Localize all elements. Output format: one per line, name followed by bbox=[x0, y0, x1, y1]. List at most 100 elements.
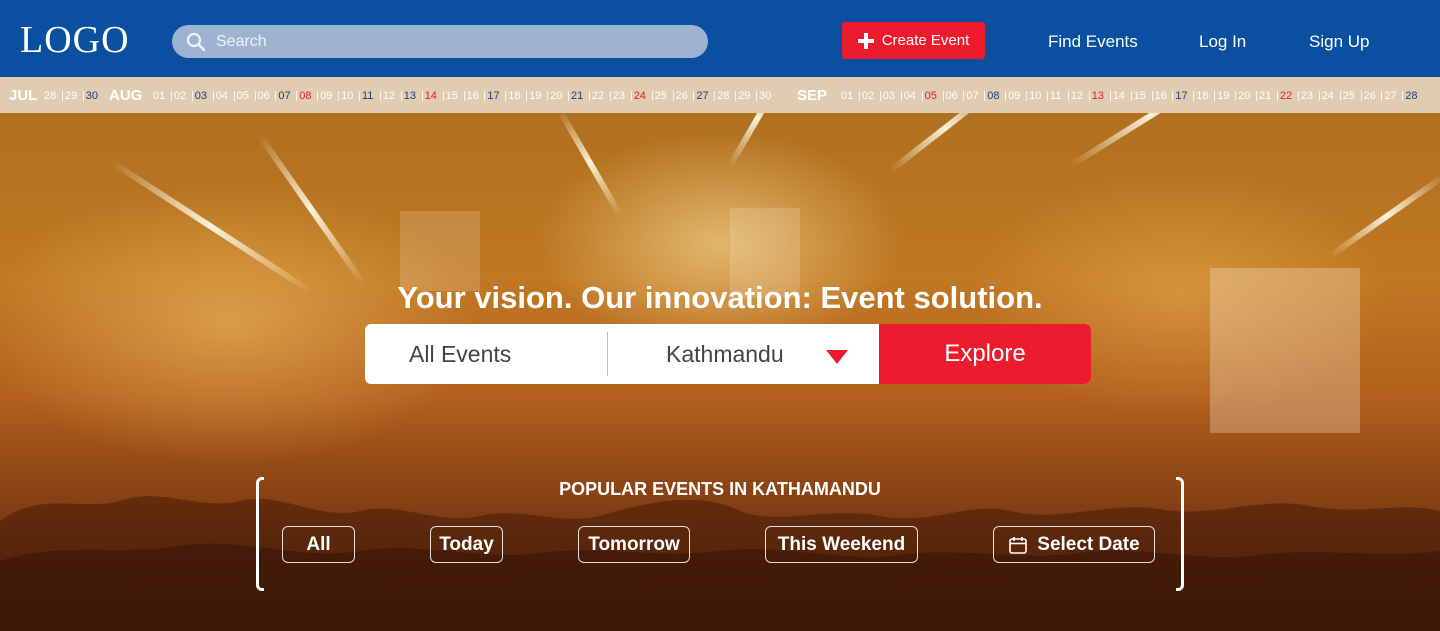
day-separator bbox=[421, 91, 423, 101]
day-separator bbox=[942, 91, 944, 101]
date-sep-10[interactable]: 10 bbox=[1029, 90, 1041, 102]
date-aug-08[interactable]: 08 bbox=[299, 90, 311, 102]
date-sep-25[interactable]: 25 bbox=[1343, 90, 1355, 102]
search-bar[interactable] bbox=[172, 25, 708, 58]
day-separator bbox=[1193, 91, 1195, 101]
date-aug-12[interactable]: 12 bbox=[383, 90, 395, 102]
date-jul-29[interactable]: 29 bbox=[65, 90, 77, 102]
filter-label: Tomorrow bbox=[588, 533, 680, 555]
day-separator bbox=[170, 91, 172, 101]
date-sep-28[interactable]: 28 bbox=[1405, 90, 1417, 102]
stage-light-beam bbox=[727, 113, 788, 168]
explore-button[interactable]: Explore bbox=[879, 324, 1091, 384]
date-sep-18[interactable]: 18 bbox=[1196, 90, 1208, 102]
date-sep-02[interactable]: 02 bbox=[862, 90, 874, 102]
create-event-button[interactable]: Create Event bbox=[842, 22, 985, 59]
day-separator bbox=[484, 91, 486, 101]
date-aug-21[interactable]: 21 bbox=[571, 90, 583, 102]
date-sep-24[interactable]: 24 bbox=[1322, 90, 1334, 102]
date-sep-27[interactable]: 27 bbox=[1384, 90, 1396, 102]
month-label-sep: SEP bbox=[797, 87, 828, 104]
day-separator bbox=[1005, 91, 1007, 101]
day-separator bbox=[588, 91, 590, 101]
event-type-select[interactable]: All Events bbox=[365, 324, 607, 384]
date-aug-23[interactable]: 23 bbox=[613, 90, 625, 102]
date-sep-11[interactable]: 11 bbox=[1050, 90, 1061, 102]
date-sep-04[interactable]: 04 bbox=[904, 90, 916, 102]
date-aug-28[interactable]: 28 bbox=[717, 90, 729, 102]
date-jul-30[interactable]: 30 bbox=[86, 90, 98, 102]
day-separator bbox=[1214, 91, 1216, 101]
day-separator bbox=[756, 91, 758, 101]
plus-icon bbox=[857, 32, 874, 49]
nav-sign-up[interactable]: Sign Up bbox=[1309, 32, 1369, 52]
date-sep-19[interactable]: 19 bbox=[1217, 90, 1229, 102]
nav-log-in[interactable]: Log In bbox=[1199, 32, 1246, 52]
date-aug-17[interactable]: 17 bbox=[487, 90, 499, 102]
day-separator bbox=[1151, 91, 1153, 101]
search-input[interactable] bbox=[216, 25, 696, 58]
day-separator bbox=[1109, 91, 1111, 101]
date-sep-15[interactable]: 15 bbox=[1134, 90, 1146, 102]
date-sep-01[interactable]: 01 bbox=[841, 90, 853, 102]
date-sep-16[interactable]: 16 bbox=[1155, 90, 1167, 102]
day-separator bbox=[984, 91, 986, 101]
date-aug-10[interactable]: 10 bbox=[341, 90, 353, 102]
date-aug-03[interactable]: 03 bbox=[195, 90, 207, 102]
date-sep-17[interactable]: 17 bbox=[1175, 90, 1187, 102]
date-sep-06[interactable]: 06 bbox=[946, 90, 958, 102]
date-aug-05[interactable]: 05 bbox=[237, 90, 249, 102]
date-aug-04[interactable]: 04 bbox=[216, 90, 228, 102]
date-aug-19[interactable]: 19 bbox=[529, 90, 541, 102]
stage-light-beam bbox=[257, 134, 366, 286]
date-aug-11[interactable]: 11 bbox=[362, 90, 373, 102]
filter-today[interactable]: Today bbox=[430, 526, 503, 563]
day-separator bbox=[400, 91, 402, 101]
filter-tomorrow[interactable]: Tomorrow bbox=[578, 526, 690, 563]
filter-select-date[interactable]: Select Date bbox=[993, 526, 1155, 563]
date-aug-09[interactable]: 09 bbox=[320, 90, 332, 102]
date-aug-07[interactable]: 07 bbox=[278, 90, 290, 102]
filter-all[interactable]: All bbox=[282, 526, 355, 563]
date-sep-20[interactable]: 20 bbox=[1238, 90, 1250, 102]
date-jul-28[interactable]: 28 bbox=[44, 90, 56, 102]
date-sep-14[interactable]: 14 bbox=[1113, 90, 1125, 102]
date-sep-13[interactable]: 13 bbox=[1092, 90, 1104, 102]
date-aug-02[interactable]: 02 bbox=[174, 90, 186, 102]
date-aug-18[interactable]: 18 bbox=[508, 90, 520, 102]
date-aug-26[interactable]: 26 bbox=[676, 90, 688, 102]
date-aug-15[interactable]: 15 bbox=[446, 90, 458, 102]
date-sep-12[interactable]: 12 bbox=[1071, 90, 1083, 102]
date-sep-07[interactable]: 07 bbox=[966, 90, 978, 102]
filter-this-weekend[interactable]: This Weekend bbox=[765, 526, 918, 563]
date-sep-23[interactable]: 23 bbox=[1301, 90, 1313, 102]
date-aug-30[interactable]: 30 bbox=[759, 90, 771, 102]
date-sep-05[interactable]: 05 bbox=[925, 90, 937, 102]
date-sep-21[interactable]: 21 bbox=[1259, 90, 1271, 102]
date-aug-20[interactable]: 20 bbox=[550, 90, 562, 102]
date-aug-06[interactable]: 06 bbox=[258, 90, 270, 102]
date-sep-26[interactable]: 26 bbox=[1364, 90, 1376, 102]
day-separator bbox=[526, 91, 528, 101]
date-aug-27[interactable]: 27 bbox=[696, 90, 708, 102]
day-separator bbox=[442, 91, 444, 101]
date-sep-22[interactable]: 22 bbox=[1280, 90, 1292, 102]
caret-down-icon[interactable] bbox=[826, 350, 848, 364]
date-aug-29[interactable]: 29 bbox=[738, 90, 750, 102]
date-aug-16[interactable]: 16 bbox=[467, 90, 479, 102]
date-aug-25[interactable]: 25 bbox=[655, 90, 667, 102]
date-sep-09[interactable]: 09 bbox=[1008, 90, 1020, 102]
calendar-icon bbox=[1009, 536, 1028, 554]
date-aug-14[interactable]: 14 bbox=[425, 90, 437, 102]
date-aug-22[interactable]: 22 bbox=[592, 90, 604, 102]
date-aug-13[interactable]: 13 bbox=[404, 90, 416, 102]
date-sep-03[interactable]: 03 bbox=[883, 90, 895, 102]
day-separator bbox=[233, 91, 235, 101]
date-aug-24[interactable]: 24 bbox=[634, 90, 646, 102]
logo[interactable]: LOGO bbox=[20, 18, 130, 62]
day-separator bbox=[1067, 91, 1069, 101]
nav-find-events[interactable]: Find Events bbox=[1048, 32, 1138, 52]
date-sep-08[interactable]: 08 bbox=[987, 90, 999, 102]
stage-light-beam bbox=[1328, 173, 1440, 259]
date-aug-01[interactable]: 01 bbox=[153, 90, 165, 102]
